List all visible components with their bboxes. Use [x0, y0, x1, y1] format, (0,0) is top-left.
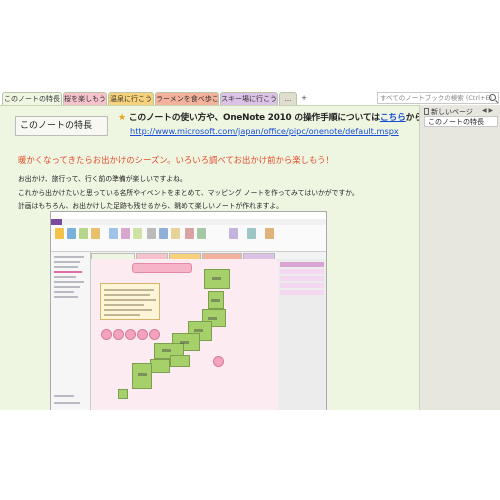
headline: ★ このノートの使い方や、OneNote 2010 の操作手順についてはこちらか… — [118, 110, 419, 123]
ribbon-icon — [147, 228, 156, 239]
add-section-label: + — [301, 94, 307, 102]
ribbon-icon — [91, 228, 100, 239]
sakura-icon — [150, 330, 159, 339]
ribbon-icon — [109, 228, 118, 239]
screenshot-notebook-pane — [51, 252, 91, 410]
embedded-screenshot[interactable] — [50, 211, 327, 410]
intro-text: 暖かくなってきたらお出かけのシーズン。いろいろ調べてお出かけ前から楽しもう！ — [18, 155, 334, 165]
map-region-kyushu — [132, 363, 152, 389]
ribbon-icon — [55, 228, 64, 239]
section-tab-label: スキー場に行こう — [221, 95, 277, 103]
ribbon-icon — [67, 228, 76, 239]
onenote-window: このノートの特長 桜を楽しもう 温泉に行こう ラーメンを食べ歩こう スキー場に行… — [0, 0, 500, 500]
ribbon-icon — [133, 228, 142, 239]
new-page-icon — [424, 108, 429, 115]
search-icon[interactable] — [489, 94, 496, 101]
page-list-pane — [420, 105, 500, 410]
screenshot-map-page — [92, 259, 278, 410]
sakura-icon — [114, 330, 123, 339]
ribbon-icon — [121, 228, 130, 239]
add-section-button[interactable]: + — [298, 92, 310, 105]
screenshot-page-list — [278, 259, 326, 410]
ribbon-icon — [171, 228, 180, 239]
pane-scroll-arrows[interactable]: ◀ ▶ — [482, 107, 493, 114]
section-tab-more[interactable]: ... — [279, 92, 297, 105]
section-tab-label: 温泉に行こう — [110, 95, 152, 103]
section-tab-onsen[interactable]: 温泉に行こう — [108, 92, 154, 105]
screenshot-titlebar — [51, 212, 326, 219]
body-line: お出かけ、旅行って、行く前の準備が楽しいですよね。 — [18, 175, 187, 183]
section-tab-ramen[interactable]: ラーメンを食べ歩こう — [155, 92, 219, 105]
ribbon-icon — [265, 228, 274, 239]
ribbon-icon — [229, 228, 238, 239]
new-page-label: 新しいページ — [431, 108, 473, 116]
ribbon-icon — [185, 228, 194, 239]
body-line: 計画はもちろん、お出かけした足跡も残せるから、眺めて楽しいノートが作れますよ。 — [18, 202, 284, 210]
page-list-item[interactable]: このノートの特長 — [424, 116, 498, 127]
map-note-box — [100, 283, 160, 320]
section-tab-sakura[interactable]: 桜を楽しもう — [63, 92, 107, 105]
sakura-icon — [102, 330, 111, 339]
ribbon-icon — [159, 228, 168, 239]
section-tab-label: 桜を楽しもう — [64, 95, 106, 103]
ribbon-icon — [197, 228, 206, 239]
search-placeholder: すべてのノートブックの検索 (Ctrl+E) — [380, 94, 493, 102]
section-tab-features[interactable]: このノートの特長 — [2, 92, 62, 105]
section-tab-label: ... — [284, 95, 292, 103]
search-input[interactable]: すべてのノートブックの検索 (Ctrl+E) — [377, 92, 499, 104]
map-region-okinawa — [118, 389, 128, 399]
section-tab-label: ラーメンを食べ歩こう — [156, 95, 219, 103]
help-link[interactable]: こちら — [380, 113, 406, 123]
body-line: これから出かけたいと思っている名所やイベントをまとめて、マッピング ノートを作っ… — [18, 189, 359, 197]
url-link[interactable]: http://www.microsoft.com/japan/office/pi… — [130, 126, 399, 136]
sakura-icon — [138, 330, 147, 339]
sakura-icon — [214, 357, 223, 366]
sakura-icon — [126, 330, 135, 339]
note-page[interactable]: このノートの特長 ★ このノートの使い方や、OneNote 2010 の操作手順… — [0, 105, 420, 410]
map-region — [150, 359, 170, 373]
section-tab-label: このノートの特長 — [4, 95, 60, 103]
map-region — [170, 355, 190, 367]
headline-text: このノートの使い方や、OneNote 2010 の操作手順については — [128, 113, 380, 123]
screenshot-ribbon — [51, 225, 326, 252]
ribbon-icon — [79, 228, 88, 239]
star-icon: ★ — [118, 113, 126, 123]
page-title[interactable]: このノートの特長 — [15, 116, 108, 136]
map-title-banner — [132, 263, 192, 273]
headline-suffix: から — [405, 113, 419, 123]
ribbon-icon — [247, 228, 256, 239]
section-tab-ski[interactable]: スキー場に行こう — [220, 92, 278, 105]
